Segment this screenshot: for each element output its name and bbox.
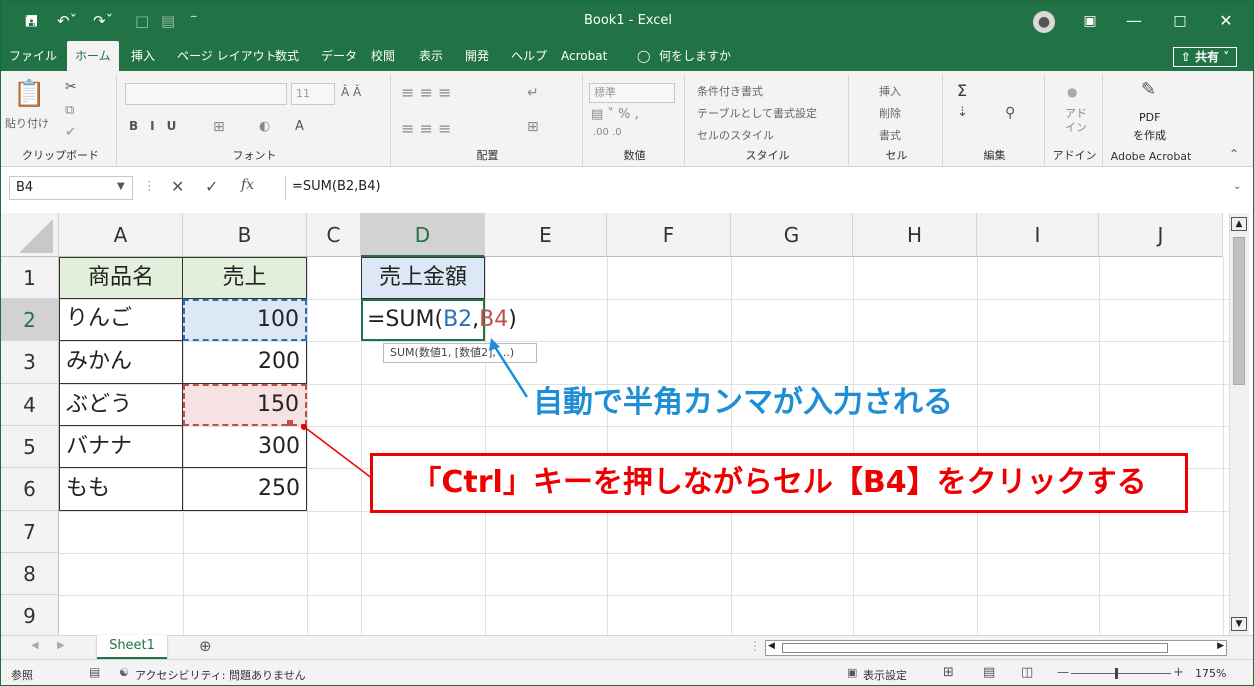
blue-arrow-line — [493, 346, 529, 398]
page-layout-view-icon[interactable]: ▤ — [983, 665, 995, 680]
scroll-down-icon[interactable]: ▼ — [1231, 617, 1247, 631]
prev-sheet-icon[interactable]: ◀ — [31, 640, 39, 651]
scroll-thumb[interactable] — [1233, 237, 1245, 385]
red-arrow-line — [306, 428, 374, 480]
display-settings[interactable]: 表示設定 — [863, 667, 907, 683]
status-mode: 参照 — [11, 669, 33, 682]
horizontal-scroll-thumb[interactable] — [782, 643, 1168, 653]
zoom-out-icon[interactable]: — — [1057, 665, 1069, 679]
scroll-left-icon[interactable]: ◀ — [768, 641, 775, 651]
sheet-tab-bar: ◀ ▶ Sheet1 ⊕ ⋮ ◀ ▶ — [1, 635, 1253, 659]
accessibility-icon[interactable]: ☯ — [119, 666, 129, 679]
display-settings-icon[interactable]: ▣ — [847, 666, 857, 679]
zoom-in-icon[interactable]: + — [1173, 665, 1184, 680]
sheet-tab-sheet1[interactable]: Sheet1 — [97, 635, 167, 659]
add-sheet-icon[interactable]: ⊕ — [199, 637, 212, 655]
zoom-level[interactable]: 175% — [1195, 667, 1226, 680]
zoom-slider-thumb[interactable] — [1115, 668, 1118, 679]
macro-record-icon[interactable]: ▤ — [89, 665, 100, 679]
zoom-slider-track[interactable] — [1071, 673, 1171, 674]
annotation-arrows — [301, 338, 529, 480]
next-sheet-icon[interactable]: ▶ — [57, 640, 65, 651]
tab-split-handle-icon[interactable]: ⋮ — [749, 639, 761, 653]
annotation-red-box: 「Ctrl」キーを押しながらセル【B4】をクリックする — [370, 453, 1188, 513]
horizontal-scrollbar[interactable]: ◀ ▶ — [765, 640, 1227, 656]
status-bar: 参照 ▤ ☯ アクセシビリティ: 問題ありません ▣ 表示設定 ⊞ ▤ ◫ — … — [1, 659, 1253, 685]
scroll-right-icon[interactable]: ▶ — [1217, 641, 1224, 651]
normal-view-icon[interactable]: ⊞ — [943, 665, 954, 680]
vertical-scrollbar[interactable]: ▲ ▼ — [1229, 213, 1249, 635]
annotation-blue-text: 自動で半角カンマが入力される — [533, 385, 953, 420]
page-break-view-icon[interactable]: ◫ — [1021, 665, 1033, 680]
excel-window: 🖪 ↶ˇ ↷ˇ □ ▤ ‾ Book1 - Excel ● ▣ — □ ✕ ファ… — [0, 0, 1254, 686]
scroll-up-icon[interactable]: ▲ — [1231, 217, 1247, 231]
blue-arrow-head — [489, 338, 500, 351]
red-arrow-dot — [301, 424, 307, 430]
accessibility-status[interactable]: アクセシビリティ: 問題ありません — [135, 667, 306, 683]
